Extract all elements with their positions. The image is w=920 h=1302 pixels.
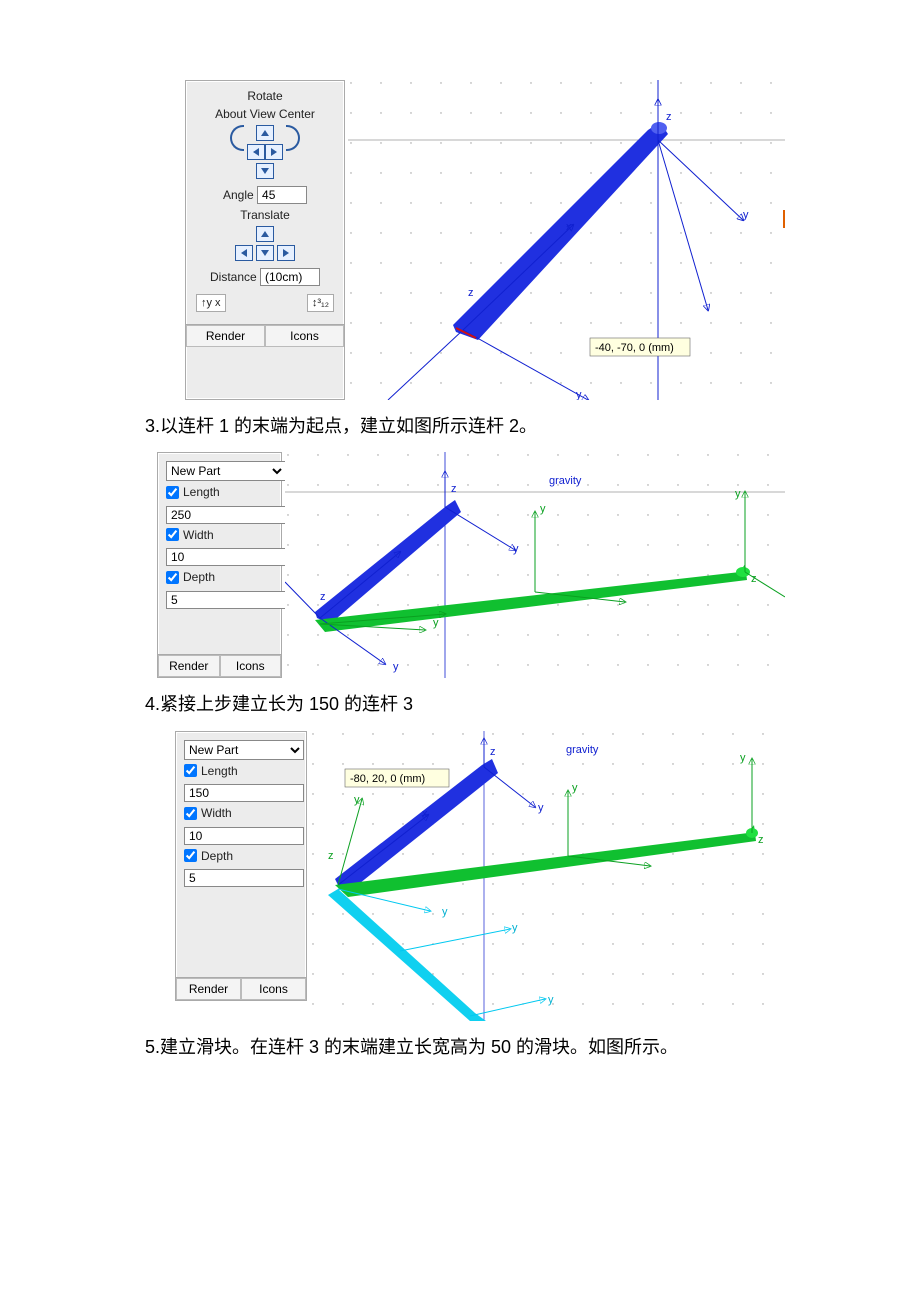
- icons-button[interactable]: Icons: [220, 655, 282, 677]
- figure-2: www.bdocx.com New Part Length Width Dept…: [145, 452, 785, 678]
- rotate-controls: [194, 125, 336, 182]
- x-label: x: [422, 808, 428, 820]
- coord-tooltip: -40, -70, 0 (mm): [595, 342, 674, 354]
- viewport-1[interactable]: z x y y z -40, -70, 0 (mm): [348, 80, 785, 400]
- translate-label: Translate: [194, 208, 336, 222]
- z-label-gg: z: [328, 850, 334, 862]
- y-label-g2: y: [740, 752, 746, 764]
- width-label: Width: [201, 806, 232, 820]
- width-label: Width: [183, 528, 214, 542]
- part-select[interactable]: New Part: [166, 461, 286, 481]
- rotate-left-button[interactable]: [247, 144, 265, 160]
- triad-icon[interactable]: ↕³₁₂: [307, 294, 334, 312]
- y-label-c: y: [442, 906, 448, 918]
- y-axis-label: y: [576, 389, 582, 400]
- z-axis-label: z: [666, 111, 672, 123]
- rotate-cw-icon[interactable]: [286, 125, 300, 151]
- depth-label: Depth: [183, 570, 215, 584]
- y-label-g2: y: [540, 503, 546, 515]
- angle-label: Angle: [223, 188, 254, 202]
- length-label: Length: [183, 485, 220, 499]
- width-checkbox[interactable]: [166, 528, 179, 541]
- translate-down-button[interactable]: [256, 245, 274, 261]
- z-label-g: z: [758, 834, 764, 846]
- figure-3: New Part Length Width Depth Render Icons…: [145, 731, 785, 1021]
- angle-row: Angle: [194, 186, 336, 204]
- rotate-label: Rotate: [194, 89, 336, 103]
- y-label-b: y: [538, 802, 544, 814]
- y-label-g: y: [433, 617, 439, 629]
- rotate-up-button[interactable]: [256, 125, 274, 141]
- y-label-c2: y: [512, 922, 518, 934]
- distance-input[interactable]: [260, 268, 320, 286]
- depth-input[interactable]: [166, 591, 286, 609]
- y-axis-label-b: y: [743, 209, 749, 221]
- z-label-b: z: [451, 483, 457, 495]
- length-input[interactable]: [166, 506, 286, 524]
- length-checkbox[interactable]: [184, 764, 197, 777]
- translate-up-button[interactable]: [256, 226, 274, 242]
- figure-1: Rotate About View Center Angle Translate: [145, 80, 785, 400]
- z-label: z: [320, 591, 326, 603]
- axis-icon[interactable]: ↑y x: [196, 294, 226, 312]
- width-input[interactable]: [166, 548, 286, 566]
- width-input[interactable]: [184, 827, 304, 845]
- step-5-text: 5.建立滑块。在连杆 3 的末端建立长宽高为 50 的滑块。如图所示。: [145, 1031, 920, 1063]
- y-label-b: y: [513, 543, 519, 555]
- depth-checkbox[interactable]: [184, 849, 197, 862]
- render-button[interactable]: Render: [176, 978, 241, 1000]
- y-label: y: [354, 794, 360, 806]
- new-part-panel-2: New Part Length Width Depth Render Icons: [157, 452, 282, 678]
- z-label-g: z: [751, 573, 757, 585]
- y-label: y: [393, 661, 399, 673]
- viewport-3[interactable]: gravity -80, 20, 0 (mm) x y y y z: [310, 731, 785, 1021]
- icons-button[interactable]: Icons: [265, 325, 344, 347]
- depth-input[interactable]: [184, 869, 304, 887]
- rotate-panel: Rotate About View Center Angle Translate: [185, 80, 345, 400]
- icons-button[interactable]: Icons: [241, 978, 306, 1000]
- about-view-center-label: About View Center: [194, 107, 336, 121]
- distance-row: Distance: [194, 268, 336, 286]
- length-label: Length: [201, 764, 238, 778]
- depth-checkbox[interactable]: [166, 571, 179, 584]
- render-button[interactable]: Render: [158, 655, 220, 677]
- angle-input[interactable]: [257, 186, 307, 204]
- rotate-down-button[interactable]: [256, 163, 274, 179]
- translate-left-button[interactable]: [235, 245, 253, 261]
- z-label: z: [490, 746, 496, 758]
- step-4-text: 4.紧接上步建立长为 150 的连杆 3: [145, 688, 920, 720]
- y-label-c3: y: [548, 994, 554, 1006]
- gravity-label: gravity: [566, 744, 599, 756]
- depth-label: Depth: [201, 849, 233, 863]
- new-part-panel-3: New Part Length Width Depth Render Icons: [175, 731, 307, 1001]
- z-axis-label-b: z: [468, 287, 474, 299]
- gravity-label: gravity: [549, 475, 582, 487]
- viewport-2[interactable]: gravity z y y y z y: [285, 452, 785, 678]
- length-checkbox[interactable]: [166, 486, 179, 499]
- length-input[interactable]: [184, 784, 304, 802]
- translate-controls: [194, 226, 336, 264]
- y-label-g3: y: [735, 488, 741, 500]
- rotate-ccw-icon[interactable]: [230, 125, 244, 151]
- width-checkbox[interactable]: [184, 807, 197, 820]
- translate-right-button[interactable]: [277, 245, 295, 261]
- coord-tooltip: -80, 20, 0 (mm): [350, 773, 425, 785]
- rotate-right-button[interactable]: [265, 144, 283, 160]
- step-3-text: 3.以连杆 1 的末端为起点，建立如图所示连杆 2。: [145, 410, 920, 442]
- part-select[interactable]: New Part: [184, 740, 304, 760]
- y-label-g: y: [572, 782, 578, 794]
- distance-label: Distance: [210, 270, 257, 284]
- render-button[interactable]: Render: [186, 325, 265, 347]
- x-axis-label: x: [566, 221, 572, 233]
